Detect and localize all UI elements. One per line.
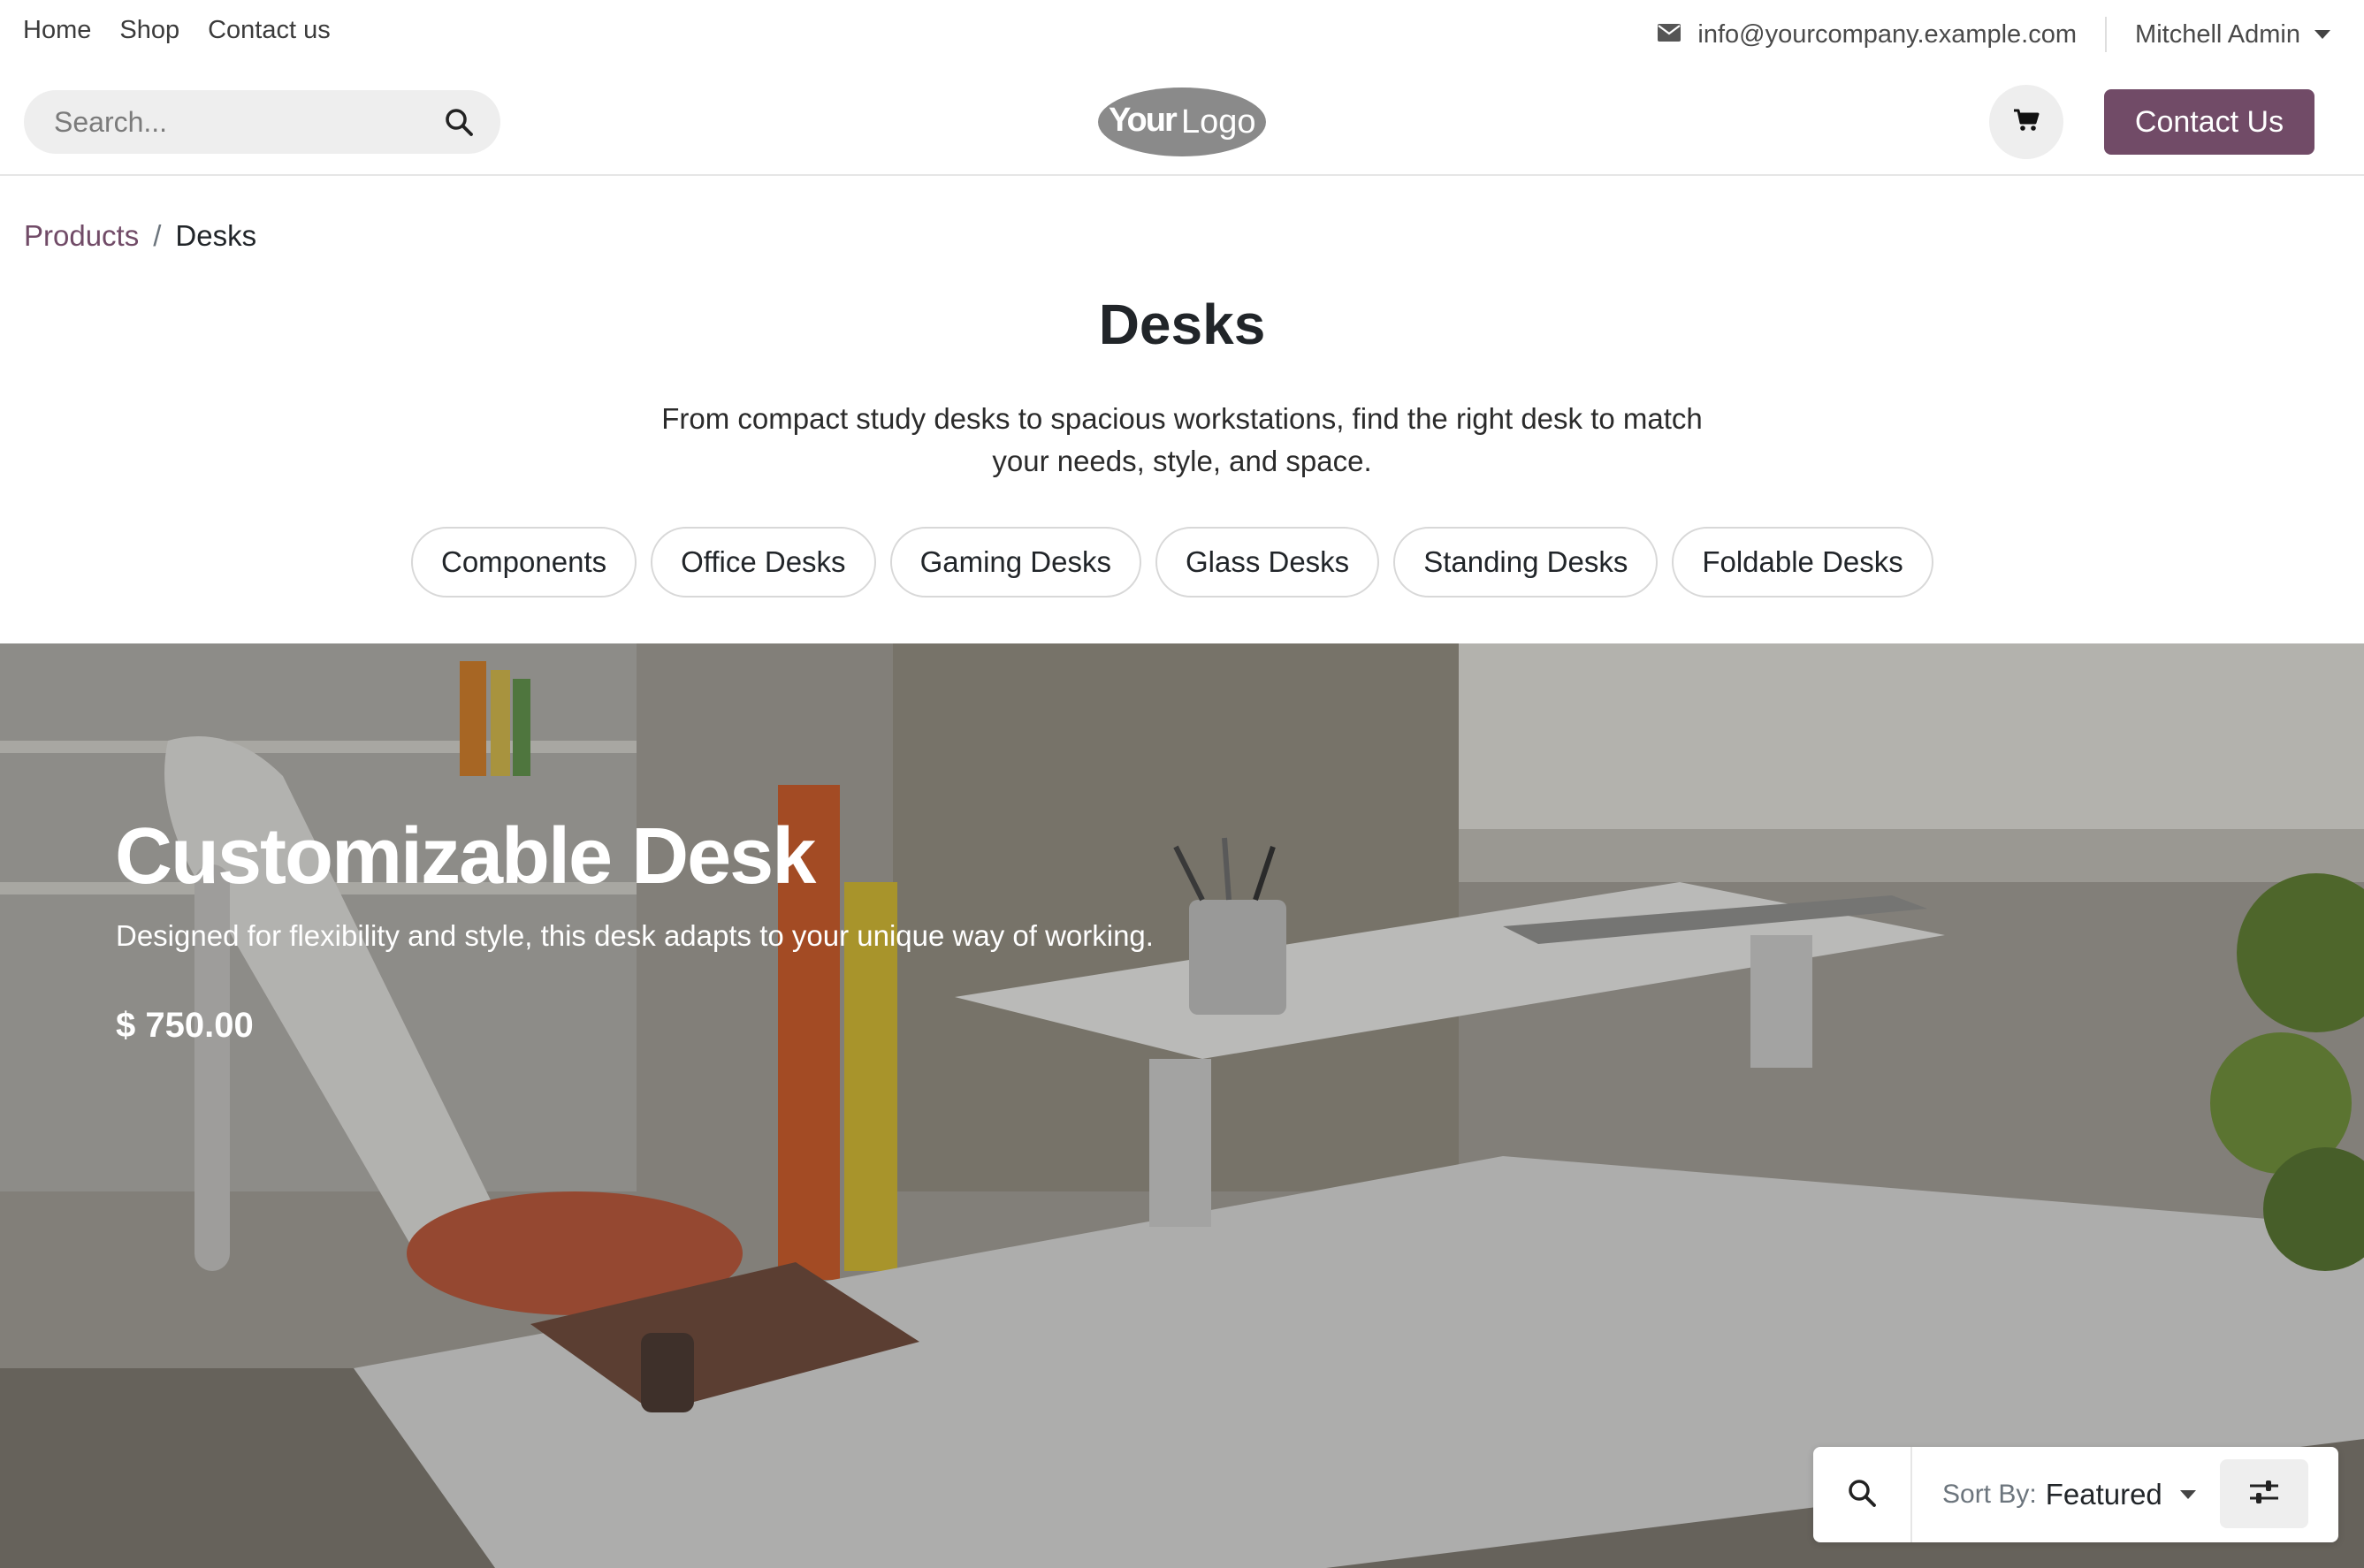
caret-down-icon [2314, 30, 2330, 39]
chip-office-desks[interactable]: Office Desks [651, 527, 876, 598]
chip-glass-desks[interactable]: Glass Desks [1155, 527, 1380, 598]
category-description: From compact study desks to spacious wor… [661, 402, 1703, 477]
envelope-icon [1657, 20, 1681, 49]
product-toolbar: Sort By: Featured [1813, 1447, 2338, 1542]
email-link[interactable]: info@yourcompany.example.com [1657, 20, 2077, 49]
divider [2105, 17, 2108, 52]
email-text: info@yourcompany.example.com [1697, 19, 2078, 49]
logo-text-light: Logo [1181, 103, 1256, 141]
hero-banner[interactable]: Customizable Desk Designed for flexibili… [0, 643, 2364, 1568]
nav-home[interactable]: Home [23, 16, 91, 45]
sort-dropdown[interactable]: Sort By: Featured [1942, 1478, 2196, 1511]
breadcrumb-separator: / [153, 219, 162, 252]
cart-button[interactable] [1989, 85, 2063, 159]
user-menu[interactable]: Mitchell Admin [2135, 20, 2330, 49]
sliders-icon [2248, 1478, 2280, 1511]
filter-button[interactable] [2220, 1459, 2308, 1528]
chip-gaming-desks[interactable]: Gaming Desks [889, 527, 1141, 598]
sort-value: Featured [2045, 1478, 2162, 1511]
caret-down-icon [2179, 1490, 2196, 1499]
breadcrumb-current: Desks [175, 219, 257, 252]
hero-price: $ 750.00 [116, 1006, 254, 1045]
nav-shop[interactable]: Shop [119, 16, 179, 45]
search-bar [24, 90, 500, 154]
breadcrumb: Products / Desks [24, 219, 256, 253]
hero-subtitle: Designed for flexibility and style, this… [116, 919, 1154, 952]
search-icon [1847, 1478, 1877, 1512]
chip-standing-desks[interactable]: Standing Desks [1393, 527, 1659, 598]
nav-contact-us[interactable]: Contact us [208, 16, 331, 45]
top-right: info@yourcompany.example.com Mitchell Ad… [1657, 14, 2330, 55]
site-logo[interactable]: Your Logo [1096, 85, 1268, 164]
hero-image [0, 643, 2364, 1568]
search-icon[interactable] [444, 107, 474, 141]
top-bar: Home Shop Contact us info@yourcompany.ex… [0, 0, 2364, 72]
cart-icon [2013, 108, 2040, 137]
chip-foldable-desks[interactable]: Foldable Desks [1672, 527, 1933, 598]
user-name: Mitchell Admin [2135, 19, 2300, 49]
sort-label: Sort By: [1942, 1480, 2037, 1509]
breadcrumb-products[interactable]: Products [24, 219, 139, 253]
search-input[interactable] [52, 104, 427, 140]
page-title: Desks [1098, 293, 1266, 356]
chip-components[interactable]: Components [411, 527, 637, 598]
top-nav: Home Shop Contact us [23, 16, 331, 45]
logo-text-bold: Your [1109, 102, 1178, 139]
contact-us-button[interactable]: Contact Us [2104, 89, 2314, 155]
hero-title[interactable]: Customizable Desk [115, 811, 816, 902]
header-divider [0, 174, 2364, 176]
subcategory-chips: Components Office Desks Gaming Desks Gla… [411, 527, 1933, 598]
toolbar-search-button[interactable] [1813, 1447, 1912, 1542]
